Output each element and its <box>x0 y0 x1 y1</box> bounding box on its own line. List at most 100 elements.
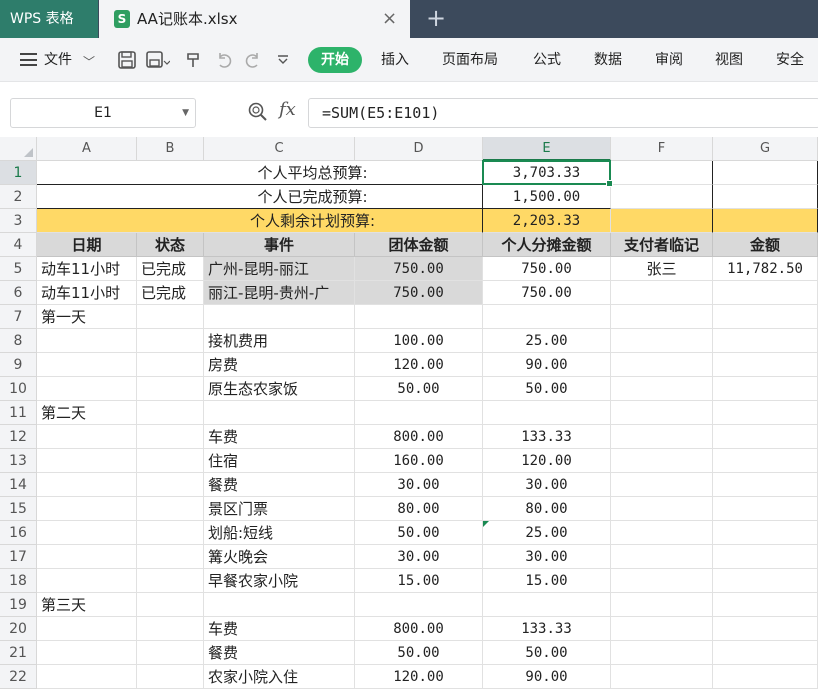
table-cell[interactable]: 50.00 <box>355 377 483 401</box>
table-cell[interactable]: 750.00 <box>355 281 483 305</box>
table-cell[interactable] <box>137 401 204 425</box>
column-title[interactable]: 个人分摊金额 <box>483 233 611 257</box>
undo-icon[interactable] <box>215 51 233 69</box>
close-tab-icon[interactable]: × <box>382 0 397 38</box>
table-cell[interactable] <box>37 569 137 593</box>
table-cell[interactable] <box>713 641 818 665</box>
table-cell[interactable]: 80.00 <box>483 497 611 521</box>
table-cell[interactable] <box>611 401 713 425</box>
row-header-22[interactable]: 22 <box>0 665 37 689</box>
hamburger-menu-icon[interactable] <box>20 53 37 66</box>
table-cell[interactable] <box>137 353 204 377</box>
table-cell[interactable]: 广州-昆明-丽江 <box>204 257 355 281</box>
table-cell[interactable] <box>37 353 137 377</box>
row-header-1[interactable]: 1 <box>0 161 37 185</box>
table-cell[interactable]: 160.00 <box>355 449 483 473</box>
row-header-11[interactable]: 11 <box>0 401 37 425</box>
row-header-10[interactable]: 10 <box>0 377 37 401</box>
table-cell[interactable]: 景区门票 <box>204 497 355 521</box>
table-cell[interactable] <box>204 305 355 329</box>
row-header-4[interactable]: 4 <box>0 233 37 257</box>
tab-wps-home[interactable]: WPS 表格 <box>0 0 98 38</box>
table-cell[interactable] <box>611 545 713 569</box>
table-cell[interactable] <box>611 329 713 353</box>
table-cell[interactable]: 原生态农家饭 <box>204 377 355 401</box>
column-header-d[interactable]: D <box>355 137 483 161</box>
table-cell[interactable]: 第二天 <box>37 401 137 425</box>
table-cell[interactable] <box>611 569 713 593</box>
column-header-g[interactable]: G <box>713 137 818 161</box>
tab-start[interactable]: 开始 <box>308 47 362 73</box>
row-header-17[interactable]: 17 <box>0 545 37 569</box>
table-cell[interactable]: 早餐农家小院 <box>204 569 355 593</box>
table-cell[interactable] <box>204 401 355 425</box>
table-cell[interactable]: 30.00 <box>483 473 611 497</box>
table-cell[interactable] <box>713 521 818 545</box>
table-cell[interactable] <box>611 617 713 641</box>
table-cell[interactable] <box>611 353 713 377</box>
table-cell[interactable] <box>713 545 818 569</box>
column-header-e[interactable]: E <box>483 137 611 161</box>
table-cell[interactable] <box>37 377 137 401</box>
table-cell[interactable]: 餐费 <box>204 473 355 497</box>
name-box-dropdown-icon[interactable]: ▼ <box>182 99 189 127</box>
table-cell[interactable] <box>611 425 713 449</box>
table-cell[interactable]: 车费 <box>204 617 355 641</box>
table-cell[interactable] <box>611 185 713 209</box>
table-cell[interactable] <box>137 377 204 401</box>
table-cell[interactable] <box>713 593 818 617</box>
formula-input[interactable]: =SUM(E5:E101) <box>308 98 818 128</box>
tab-data[interactable]: 数据 <box>594 38 622 82</box>
row-header-15[interactable]: 15 <box>0 497 37 521</box>
table-cell[interactable]: 已完成 <box>137 281 204 305</box>
table-cell[interactable]: 120.00 <box>483 449 611 473</box>
column-title[interactable]: 事件 <box>204 233 355 257</box>
table-cell[interactable] <box>137 593 204 617</box>
zoom-search-icon[interactable] <box>248 102 268 122</box>
table-cell[interactable] <box>37 545 137 569</box>
summary-label[interactable]: 个人平均总预算: <box>37 161 483 185</box>
table-cell[interactable]: 30.00 <box>355 473 483 497</box>
row-header-3[interactable]: 3 <box>0 209 37 233</box>
table-cell[interactable] <box>137 545 204 569</box>
table-cell[interactable] <box>137 305 204 329</box>
tab-formulas[interactable]: 公式 <box>533 38 561 82</box>
table-cell[interactable] <box>483 401 611 425</box>
row-header-19[interactable]: 19 <box>0 593 37 617</box>
column-title[interactable]: 金额 <box>713 233 818 257</box>
row-header-7[interactable]: 7 <box>0 305 37 329</box>
table-cell[interactable]: 50.00 <box>483 377 611 401</box>
tab-document[interactable]: S AA记账本.xlsx × <box>99 0 410 38</box>
table-cell[interactable] <box>137 617 204 641</box>
summary-label[interactable]: 个人已完成预算: <box>37 185 483 209</box>
table-cell[interactable] <box>611 593 713 617</box>
table-cell[interactable]: 25.00 <box>483 329 611 353</box>
table-cell[interactable] <box>137 521 204 545</box>
row-header-13[interactable]: 13 <box>0 449 37 473</box>
table-cell[interactable] <box>37 329 137 353</box>
column-header-c[interactable]: C <box>204 137 355 161</box>
table-cell[interactable] <box>713 401 818 425</box>
table-cell[interactable]: 接机费用 <box>204 329 355 353</box>
table-cell[interactable]: 篝火晚会 <box>204 545 355 569</box>
tab-security[interactable]: 安全 <box>776 38 804 82</box>
table-cell[interactable]: 已完成 <box>137 257 204 281</box>
table-cell[interactable]: 动车11小时 <box>37 257 137 281</box>
table-cell[interactable]: 30.00 <box>483 545 611 569</box>
table-cell[interactable] <box>137 473 204 497</box>
table-cell[interactable] <box>37 521 137 545</box>
table-cell[interactable] <box>355 305 483 329</box>
new-tab-icon[interactable]: + <box>426 0 446 38</box>
table-cell[interactable] <box>37 449 137 473</box>
column-title[interactable]: 团体金额 <box>355 233 483 257</box>
table-cell[interactable] <box>355 593 483 617</box>
table-cell[interactable] <box>37 665 137 689</box>
table-cell[interactable]: 800.00 <box>355 617 483 641</box>
table-cell[interactable] <box>37 617 137 641</box>
table-cell[interactable] <box>611 305 713 329</box>
table-cell[interactable] <box>137 449 204 473</box>
table-cell[interactable] <box>713 329 818 353</box>
table-cell[interactable] <box>611 161 713 185</box>
file-menu-button[interactable]: 文件 <box>44 38 72 82</box>
row-header-2[interactable]: 2 <box>0 185 37 209</box>
